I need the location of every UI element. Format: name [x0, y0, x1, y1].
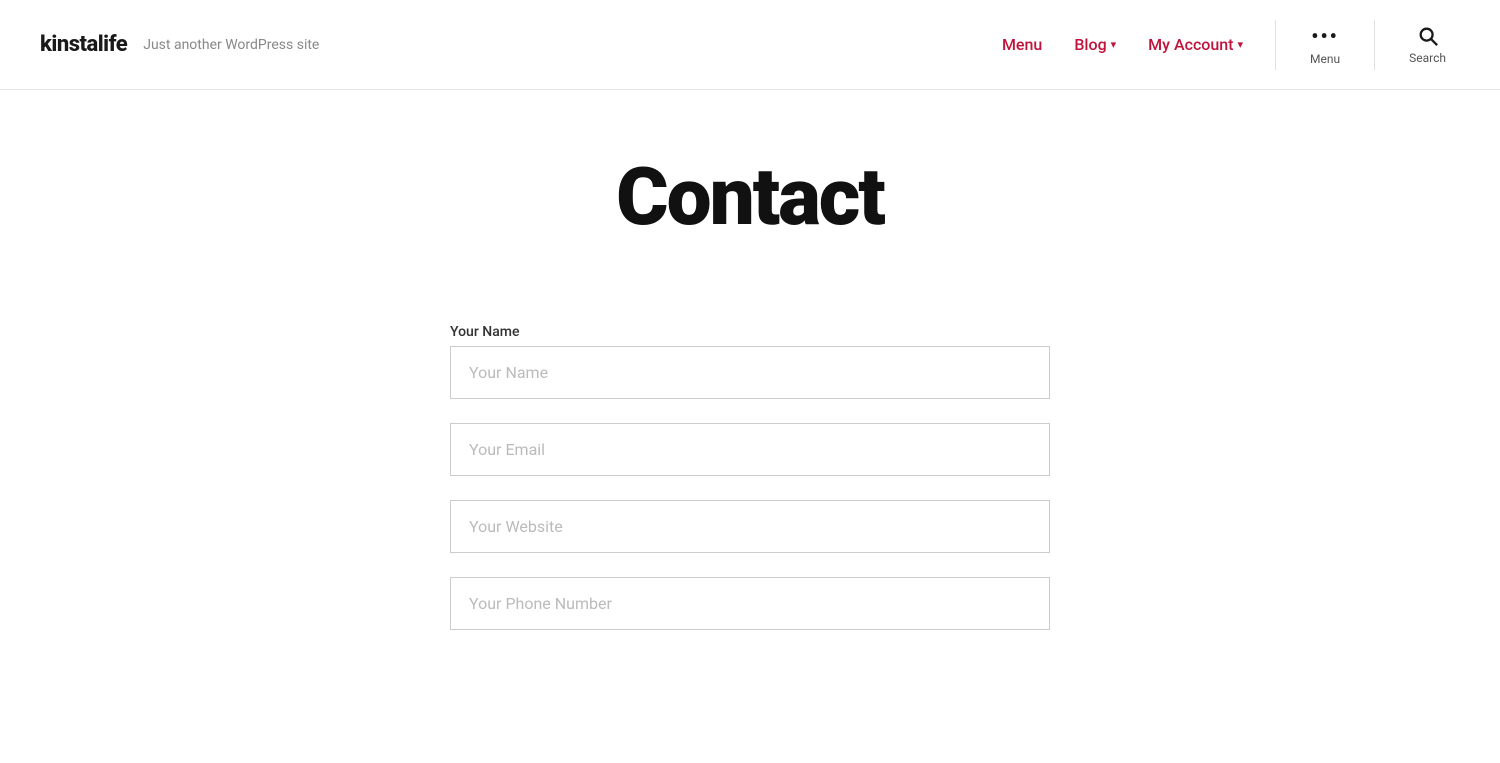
- page-title: Contact: [616, 150, 884, 244]
- header-nav: Menu Blog ▾ My Account ▾ ••• Menu Search: [990, 16, 1460, 74]
- site-tagline: Just another WordPress site: [143, 37, 319, 53]
- blog-chevron-icon: ▾: [1111, 38, 1117, 51]
- website-form-group: [450, 500, 1050, 553]
- header-divider: [1275, 20, 1276, 70]
- search-icon-label: Search: [1409, 51, 1446, 65]
- menu-icon-label: Menu: [1310, 52, 1340, 66]
- my-account-chevron-icon: ▾: [1238, 38, 1244, 51]
- header-brand: kinstalife Just another WordPress site: [40, 32, 319, 57]
- nav-my-account-link[interactable]: My Account ▾: [1136, 27, 1255, 62]
- name-label: Your Name: [450, 324, 1050, 340]
- nav-blog-label: Blog: [1074, 35, 1106, 54]
- search-icon: [1417, 25, 1439, 47]
- name-form-group: Your Name: [450, 324, 1050, 399]
- name-input[interactable]: [450, 346, 1050, 399]
- site-title[interactable]: kinstalife: [40, 32, 127, 57]
- phone-input[interactable]: [450, 577, 1050, 630]
- site-header: kinstalife Just another WordPress site M…: [0, 0, 1500, 90]
- main-content: Contact Your Name: [0, 90, 1500, 694]
- phone-form-group: [450, 577, 1050, 630]
- header-divider-2: [1374, 20, 1375, 70]
- contact-form: Your Name: [450, 324, 1050, 654]
- dots-icon: •••: [1311, 24, 1339, 48]
- nav-blog-link[interactable]: Blog ▾: [1062, 27, 1128, 62]
- website-input[interactable]: [450, 500, 1050, 553]
- search-icon-button[interactable]: Search: [1395, 17, 1460, 73]
- menu-icon-button[interactable]: ••• Menu: [1296, 16, 1354, 74]
- nav-menu-link[interactable]: Menu: [990, 27, 1054, 62]
- email-form-group: [450, 423, 1050, 476]
- email-input[interactable]: [450, 423, 1050, 476]
- nav-my-account-label: My Account: [1148, 35, 1233, 54]
